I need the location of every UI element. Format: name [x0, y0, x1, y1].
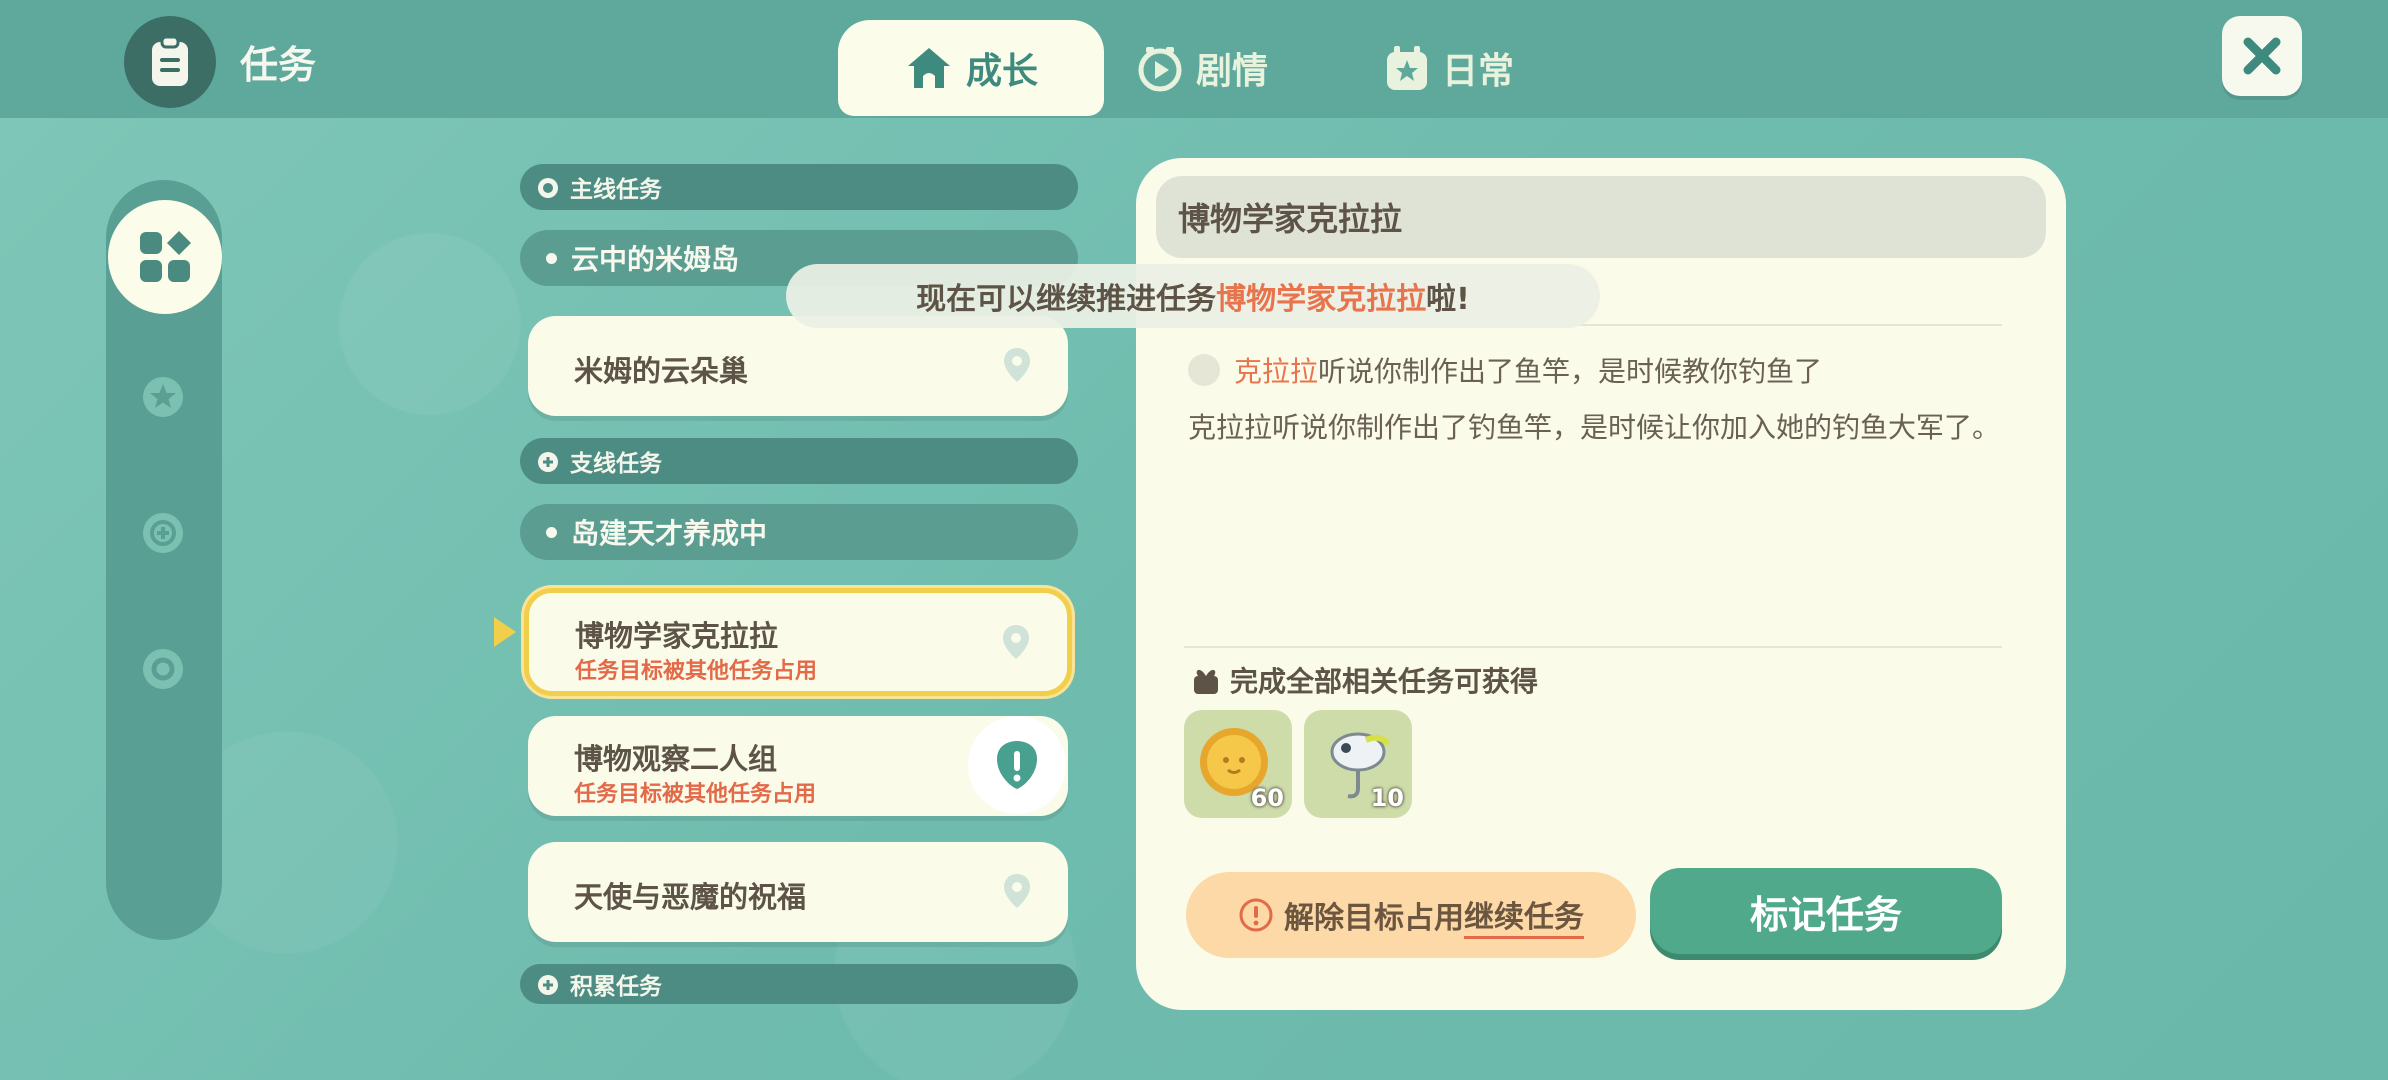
- quest-name: 米姆的云朵巢: [574, 354, 749, 388]
- exclamation-shield-icon: [997, 741, 1037, 789]
- toast-notification: 现在可以继续推进任务 博物学家克拉拉 啦!: [786, 264, 1600, 328]
- bullet-dot: [546, 252, 557, 264]
- play-clock-icon: [1138, 47, 1182, 92]
- divider: [1184, 646, 2002, 648]
- reward-count: 10: [1370, 784, 1404, 812]
- quest-name: 博物观察二人组: [574, 742, 778, 776]
- section-badge-icon: [538, 975, 558, 995]
- quest-card[interactable]: 天使与恶魔的祝福: [528, 842, 1068, 942]
- star-badge-icon: [143, 377, 183, 417]
- toast-prefix: 现在可以继续推进任务: [916, 282, 1217, 317]
- group-side[interactable]: 岛建天才养成中: [520, 504, 1078, 560]
- group-label: 云中的米姆岛: [571, 243, 740, 276]
- tab-story[interactable]: 剧情: [1136, 20, 1268, 116]
- house-icon: [907, 48, 950, 88]
- toast-suffix: 啦!: [1426, 282, 1470, 317]
- group-label: 岛建天才养成中: [571, 517, 768, 550]
- quest-description: 克拉拉听说你制作出了钓鱼竿，是时候让你加入她的钓鱼大军了。: [1188, 411, 2001, 444]
- calendar-star-icon: [1387, 46, 1427, 90]
- tab-growth[interactable]: 成长: [838, 20, 1104, 116]
- ring-badge-icon: [143, 649, 183, 689]
- map-pin-icon: [1003, 625, 1029, 659]
- section-label: 支线任务: [570, 451, 662, 477]
- reward-title-text: 完成全部相关任务可获得: [1230, 665, 1539, 698]
- sidebar-item-accum[interactable]: [136, 640, 190, 694]
- tab-label: 成长: [965, 51, 1038, 92]
- release-target-button[interactable]: 解除目标占用 继续任务: [1186, 872, 1636, 958]
- close-icon: [2243, 37, 2281, 75]
- quest-status: 任务目标被其他任务占用: [575, 659, 818, 684]
- toast-highlight: 博物学家克拉拉: [1216, 282, 1427, 317]
- detail-title: 博物学家克拉拉: [1156, 176, 2046, 258]
- map-pin-icon: [1004, 348, 1030, 382]
- quest-name: 天使与恶魔的祝福: [574, 880, 807, 914]
- close-button[interactable]: [2222, 16, 2302, 96]
- quest-status: 任务目标被其他任务占用: [574, 782, 817, 807]
- reward-item[interactable]: 60: [1184, 710, 1292, 818]
- reward-count: 60: [1250, 784, 1284, 812]
- section-main-quests: 主线任务: [520, 164, 1078, 210]
- mark-quest-button[interactable]: 标记任务: [1650, 868, 2002, 954]
- warning-circle-icon: [1239, 898, 1273, 932]
- objective-npc: 克拉拉: [1234, 355, 1319, 388]
- grid-shapes-icon: [140, 231, 191, 282]
- objective-text: 听说你制作出了鱼竿，是时候教你钓鱼了: [1318, 355, 1823, 388]
- continue-quest-link[interactable]: 继续任务: [1464, 892, 1584, 939]
- section-accum-quests: 积累任务: [520, 964, 1078, 1004]
- plus-badge-icon: [143, 513, 183, 553]
- section-side-quests: 支线任务: [520, 438, 1078, 484]
- sidebar-item-all[interactable]: [108, 200, 222, 314]
- section-label: 主线任务: [570, 177, 662, 203]
- quest-card-selected[interactable]: 博物学家克拉拉 任务目标被其他任务占用: [524, 588, 1072, 696]
- quest-clipboard-icon: [124, 16, 216, 108]
- bullet-dot: [546, 526, 557, 538]
- selection-arrow: [494, 617, 516, 647]
- section-badge-icon: [538, 178, 558, 198]
- reward-item[interactable]: 10: [1304, 710, 1412, 818]
- quest-objective: 克拉拉 听说你制作出了鱼竿，是时候教你钓鱼了: [1188, 350, 1822, 390]
- tab-label: 日常: [1442, 51, 1515, 92]
- warn-prefix: 解除目标占用: [1284, 901, 1464, 936]
- reward-header: 完成全部相关任务可获得: [1190, 660, 1538, 700]
- sidebar-item-side[interactable]: [136, 504, 190, 558]
- tab-label: 剧情: [1196, 51, 1269, 92]
- alert-badge[interactable]: [968, 716, 1066, 814]
- map-pin-icon: [1004, 874, 1030, 908]
- section-label: 积累任务: [570, 974, 662, 1000]
- tab-daily[interactable]: 日常: [1384, 20, 1514, 116]
- quest-name: 博物学家克拉拉: [575, 619, 779, 653]
- section-badge-icon: [538, 452, 558, 472]
- gift-icon: [1194, 669, 1218, 694]
- sidebar-item-main[interactable]: [136, 368, 190, 422]
- quest-card[interactable]: 米姆的云朵巢: [528, 316, 1068, 416]
- objective-check-icon: [1188, 354, 1220, 386]
- page-title: 任务: [240, 43, 317, 87]
